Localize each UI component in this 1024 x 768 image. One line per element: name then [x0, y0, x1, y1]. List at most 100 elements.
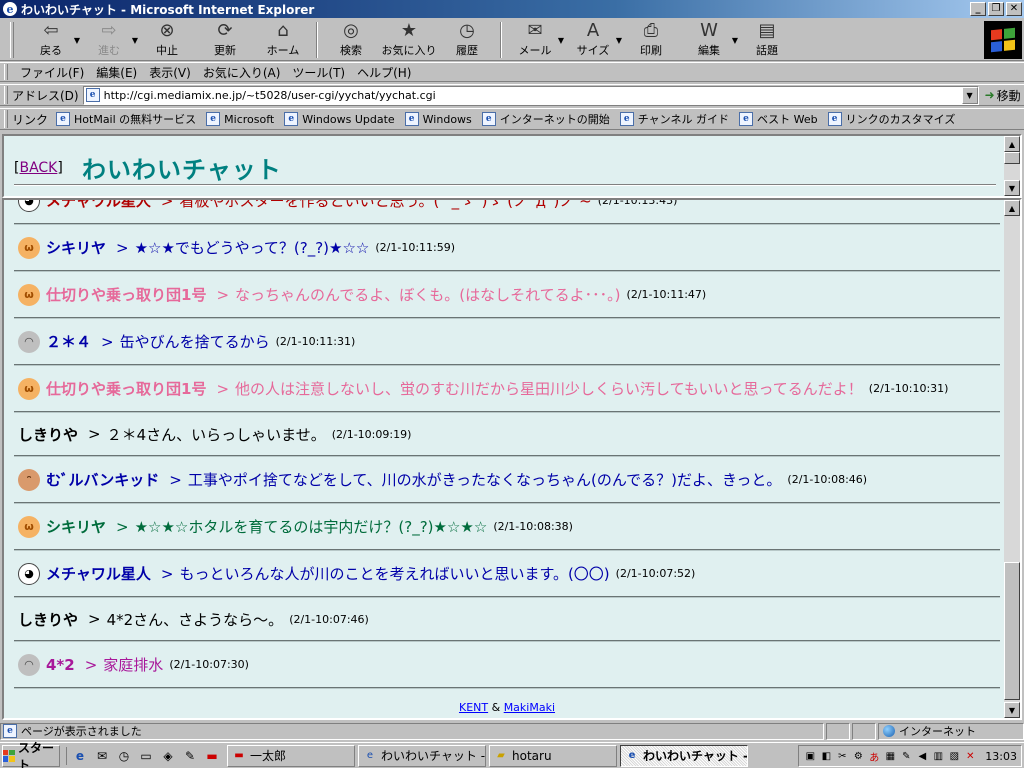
font-size-label: サイズ — [576, 43, 610, 57]
back-button[interactable]: ⇦ 戻る ▼ — [22, 20, 80, 60]
link-page-icon: e — [481, 112, 496, 126]
header-scrollbar[interactable]: ▲ ▼ — [1004, 136, 1020, 196]
favorites-button[interactable]: ★ お気に入り — [380, 20, 438, 60]
scroll-up-icon[interactable]: ▲ — [1004, 136, 1020, 152]
print-button[interactable]: ⎙ 印刷 — [622, 20, 680, 60]
scroll-thumb[interactable] — [1004, 562, 1020, 700]
message-author: ２＊４ — [46, 333, 92, 351]
link-microsoft[interactable]: e Microsoft — [206, 112, 274, 126]
minimize-button[interactable]: _ — [970, 2, 986, 16]
scroll-down-icon[interactable]: ▼ — [1004, 702, 1020, 718]
notepad-icon[interactable]: ✎ — [181, 747, 199, 765]
font-size-icon: A — [586, 19, 600, 41]
menu-edit[interactable]: 編集(E) — [90, 64, 143, 81]
menu-favorites[interactable]: お気に入り(A) — [197, 64, 287, 81]
taskbar-item-active[interactable]: e わいわいチャット -... — [620, 744, 748, 767]
tray-display-icon[interactable]: ▣ — [803, 749, 817, 763]
scroll-up-icon[interactable]: ▲ — [1004, 200, 1020, 216]
tray-volume-icon[interactable]: ◀ — [915, 749, 929, 763]
menu-file[interactable]: ファイル(F) — [14, 64, 90, 81]
message-separator: > — [169, 470, 182, 489]
standard-toolbar: ⇦ 戻る ▼ ⇨ 進む ▼ ⊗ 中止 ⟳ 更新 ⌂ ホーム ◎ 検索 ★ お気に… — [0, 19, 1024, 61]
tray-monitor-icon[interactable]: ◧ — [819, 749, 833, 763]
print-label: 印刷 — [640, 43, 662, 57]
back-link[interactable]: BACK — [19, 160, 57, 176]
mail-label: メール — [518, 43, 552, 57]
link-customize[interactable]: e リンクのカスタマイズ — [827, 111, 955, 127]
home-button[interactable]: ⌂ ホーム — [254, 20, 312, 60]
outlook-icon[interactable]: ✉ — [93, 747, 111, 765]
close-button[interactable]: ✕ — [1006, 2, 1022, 16]
channels-icon[interactable]: ◈ — [159, 747, 177, 765]
taskbar-item[interactable]: ▰ hotaru — [489, 744, 617, 767]
mail-button[interactable]: ✉ メール ▼ — [506, 20, 565, 60]
address-dropdown-icon[interactable]: ▼ — [961, 86, 978, 104]
home-icon: ⌂ — [277, 19, 289, 41]
message-author: シキリヤ — [46, 239, 107, 257]
link-internet-start[interactable]: e インターネットの開始 — [481, 111, 610, 127]
taskbar-item[interactable]: e わいわいチャット - M... — [358, 744, 486, 767]
link-best-web[interactable]: e ベスト Web — [738, 111, 818, 127]
history-button[interactable]: ◷ 履歴 — [438, 20, 496, 60]
menu-view[interactable]: 表示(V) — [143, 64, 197, 81]
link-label: HotMail の無料サービス — [74, 113, 197, 126]
go-button[interactable]: ➜ 移動 — [985, 87, 1021, 104]
toolbar-separator — [500, 21, 502, 58]
tray-ime-icon[interactable]: あ — [867, 749, 881, 764]
chat-messages-frame: ◕ メチャワル星人 > 看板やポスターを作るといいと思う。( ´_ゝ`)ゞ (ノ´д`… — [2, 198, 1022, 720]
discuss-label: 話題 — [756, 43, 778, 57]
print-icon: ⎙ — [643, 19, 659, 41]
ichitaro-icon: ▬ — [234, 750, 244, 761]
menu-tools[interactable]: ツール(T) — [286, 64, 351, 81]
address-input[interactable]: e http://cgi.mediamix.ne.jp/~t5028/user-… — [82, 85, 979, 105]
toolbar-grip[interactable] — [10, 21, 14, 58]
clock-app-icon[interactable]: ◷ — [115, 747, 133, 765]
link-page-icon: e — [56, 112, 71, 126]
link-windows-update[interactable]: e Windows Update — [284, 112, 395, 126]
menu-help[interactable]: ヘルプ(H) — [351, 64, 417, 81]
maximize-button[interactable]: ❐ — [988, 2, 1004, 16]
chat-header-frame: [BACK] わいわいチャット ▲ ▼ — [2, 134, 1022, 198]
home-label: ホーム — [266, 43, 300, 57]
tray-misc-icon[interactable]: ▥ — [931, 749, 945, 763]
kent-link[interactable]: KENT — [459, 701, 488, 714]
favorites-icon: ★ — [400, 19, 418, 41]
discuss-button[interactable]: ▤ 話題 — [738, 20, 796, 60]
search-button[interactable]: ◎ 検索 — [322, 20, 380, 60]
addressbar-grip[interactable] — [4, 86, 8, 104]
linksbar-grip[interactable] — [4, 110, 8, 128]
desktop-icon[interactable]: ▭ — [137, 747, 155, 765]
edit-button[interactable]: W 編集 ▼ — [680, 20, 738, 60]
ie-app-icon[interactable]: e — [3, 2, 17, 16]
tray-app-icon[interactable]: ▦ — [883, 749, 897, 763]
forward-button[interactable]: ⇨ 進む ▼ — [80, 20, 138, 60]
message-author: 仕切りや乗っ取り団1号 — [46, 380, 207, 398]
message-separator: > — [116, 238, 129, 257]
messages-scrollbar[interactable]: ▲ ▼ — [1004, 200, 1020, 718]
tray-app2-icon[interactable]: ▧ — [947, 749, 961, 763]
ichitaro-icon[interactable]: ▬ — [203, 747, 221, 765]
window-titlebar[interactable]: e わいわいチャット - Microsoft Internet Explorer… — [0, 0, 1024, 18]
refresh-button[interactable]: ⟳ 更新 — [196, 20, 254, 60]
address-bar: アドレス(D) e http://cgi.mediamix.ne.jp/~t50… — [0, 84, 1024, 106]
edit-label: 編集 — [698, 43, 720, 57]
link-channel-guide[interactable]: e チャンネル ガイド — [619, 111, 729, 127]
taskbar-item[interactable]: ▬ 一太郎 — [227, 744, 355, 767]
tray-close-icon[interactable]: ✕ — [963, 749, 977, 763]
address-url[interactable]: http://cgi.mediamix.ne.jp/~t5028/user-cg… — [104, 89, 436, 102]
tray-tool-icon[interactable]: ✂ — [835, 749, 849, 763]
link-hotmail[interactable]: e HotMail の無料サービス — [56, 111, 196, 127]
scroll-thumb[interactable] — [1004, 152, 1020, 164]
message-text: ★☆★でもどうやって？(?_?)★☆☆ — [134, 239, 370, 257]
scroll-down-icon[interactable]: ▼ — [1004, 180, 1020, 196]
ie-launch-icon[interactable]: e — [71, 747, 89, 765]
tray-network-icon[interactable]: ⚙ — [851, 749, 865, 763]
menubar-grip[interactable] — [4, 64, 8, 80]
start-button[interactable]: スタート — [2, 741, 60, 768]
tray-pen-icon[interactable]: ✎ — [899, 749, 913, 763]
status-cell — [852, 722, 876, 740]
font-size-button[interactable]: A サイズ ▼ — [564, 20, 622, 60]
stop-button[interactable]: ⊗ 中止 — [138, 20, 196, 60]
link-windows[interactable]: e Windows — [404, 112, 472, 126]
makimaki-link[interactable]: MakiMaki — [504, 701, 555, 714]
